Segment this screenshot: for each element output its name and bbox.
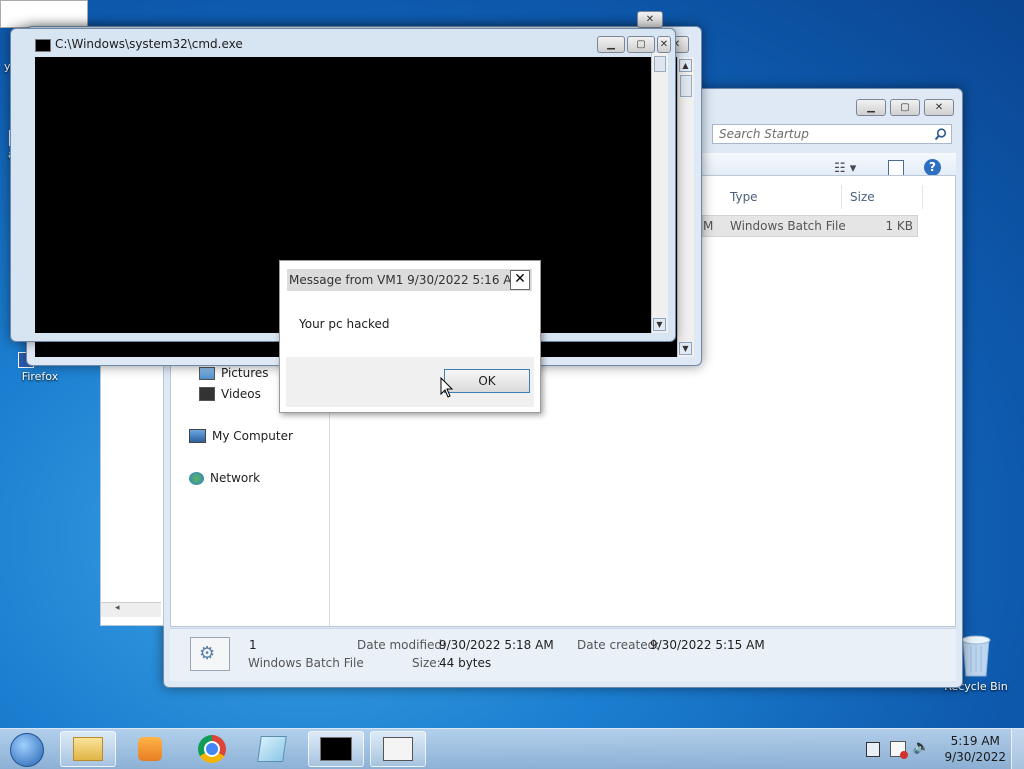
ok-button[interactable]: OK	[444, 369, 530, 393]
details-size: 44 bytes	[439, 656, 492, 670]
scroll-down-icon[interactable]: ▼	[653, 318, 666, 331]
videos-icon	[199, 387, 215, 401]
search-input[interactable]: Search Startup	[719, 127, 809, 141]
minimize-button[interactable]: ▁	[856, 99, 886, 116]
close-button[interactable]: ✕	[924, 99, 954, 116]
taskbar-notepad[interactable]	[244, 731, 300, 767]
view-options-icon[interactable]: ☷ ▾	[834, 161, 856, 176]
horizontal-scrollbar[interactable]: ◂	[101, 602, 161, 617]
preview-pane-icon[interactable]	[888, 160, 904, 176]
taskbar: 🔈 5:19 AM 9/30/2022	[0, 728, 1024, 769]
notepad-icon	[257, 736, 287, 762]
details-file-name: 1	[249, 638, 257, 652]
nav-item-videos[interactable]: Videos	[199, 387, 261, 401]
pictures-icon	[199, 366, 215, 380]
scroll-up-icon[interactable]: ▲	[679, 59, 692, 72]
action-center-icon[interactable]	[890, 741, 908, 759]
dialog-message: Your pc hacked	[299, 317, 390, 331]
close-button[interactable]: ✕	[637, 11, 663, 28]
minimize-button[interactable]: ▁	[597, 36, 625, 53]
desktop-icon-label: Firefox	[21, 370, 59, 383]
taskbar-explorer[interactable]	[60, 731, 116, 767]
show-desktop-button[interactable]	[1011, 729, 1024, 769]
details-date-modified-label: Date modified:	[357, 638, 447, 652]
close-button[interactable]: ✕	[657, 36, 671, 53]
scroll-left-icon[interactable]: ◂	[115, 603, 120, 613]
details-date-created: 9/30/2022 5:15 AM	[650, 638, 765, 652]
dialog-close-button[interactable]: ✕	[510, 270, 530, 290]
windows-logo-icon	[10, 733, 44, 767]
clock-date: 9/30/2022	[944, 750, 1006, 764]
details-file-type: Windows Batch File	[248, 656, 364, 670]
folder-icon	[73, 737, 103, 761]
batch-file-icon: ⚙	[190, 637, 230, 671]
taskbar-app[interactable]	[370, 731, 426, 767]
dialog-title: Message from VM1 9/30/2022 5:16 AM	[289, 273, 522, 287]
column-header-size[interactable]: Size	[850, 185, 923, 209]
start-button[interactable]	[4, 730, 48, 768]
nav-item-computer[interactable]: My Computer	[189, 429, 293, 443]
help-icon[interactable]: ?	[924, 159, 941, 176]
close-icon: ✕	[514, 271, 526, 287]
network-icon	[189, 471, 204, 485]
file-size: 1 KB	[885, 219, 913, 233]
taskbar-chrome[interactable]	[184, 731, 240, 767]
file-type: Windows Batch File	[730, 219, 846, 233]
background-window-fragment: ◂	[100, 340, 164, 626]
maximize-button[interactable]: ▢	[890, 99, 920, 116]
dialog-footer: OK	[286, 357, 534, 407]
recycle-bin-icon	[961, 635, 991, 677]
search-box[interactable]: Search Startup	[712, 124, 952, 144]
details-date-created-label: Date created:	[577, 638, 660, 652]
scroll-thumb[interactable]	[680, 75, 692, 97]
minimize-icon: ▁	[867, 102, 875, 113]
search-icon[interactable]	[934, 128, 947, 141]
minimize-icon: ▁	[607, 39, 615, 50]
clock-time: 5:19 AM	[950, 734, 1000, 748]
scroll-down-icon[interactable]: ▼	[679, 342, 692, 355]
column-header-type[interactable]: Type	[702, 185, 842, 209]
vertical-scrollbar[interactable]: ▼	[651, 53, 668, 333]
network-tray-icon[interactable]	[866, 742, 880, 757]
computer-icon	[189, 429, 206, 443]
media-player-icon	[138, 737, 162, 761]
chrome-icon	[198, 735, 226, 763]
details-size-label: Size:	[412, 656, 441, 670]
dialog-title-bar: Message from VM1 9/30/2022 5:16 AM ✕	[287, 269, 532, 291]
close-icon: ✕	[659, 39, 669, 50]
taskbar-media-player[interactable]	[122, 731, 178, 767]
mouse-cursor-icon	[440, 377, 454, 398]
close-icon: ✕	[645, 14, 655, 25]
window-app-icon	[383, 737, 413, 761]
clock[interactable]: 5:19 AM 9/30/2022	[944, 733, 1006, 765]
window-title: C:\Windows\system32\cmd.exe	[55, 37, 243, 51]
close-icon: ✕	[934, 102, 944, 113]
scroll-thumb[interactable]	[654, 56, 666, 72]
desktop-partial-window	[0, 0, 88, 28]
taskbar-cmd[interactable]	[308, 731, 364, 767]
gear-icon: ⚙	[199, 643, 216, 664]
maximize-button[interactable]: ▢	[627, 36, 655, 53]
maximize-icon: ▢	[900, 102, 910, 113]
vertical-scrollbar[interactable]: ▲ ▼	[677, 57, 694, 357]
details-date-modified: 9/30/2022 5:18 AM	[439, 638, 554, 652]
details-pane: ⚙ 1 Windows Batch File Date modified: 9/…	[170, 628, 956, 681]
cmd-icon	[35, 39, 51, 52]
file-row[interactable]: M Windows Batch File 1 KB	[702, 215, 918, 237]
nav-item-pictures[interactable]: Pictures	[199, 366, 269, 380]
cmd-icon	[320, 737, 352, 761]
volume-icon[interactable]: 🔈	[913, 739, 930, 755]
nav-item-network[interactable]: Network	[189, 471, 260, 485]
file-date-fragment: M	[703, 219, 714, 233]
maximize-icon: ▢	[636, 39, 646, 50]
message-dialog[interactable]: Message from VM1 9/30/2022 5:16 AM ✕ You…	[279, 260, 541, 413]
